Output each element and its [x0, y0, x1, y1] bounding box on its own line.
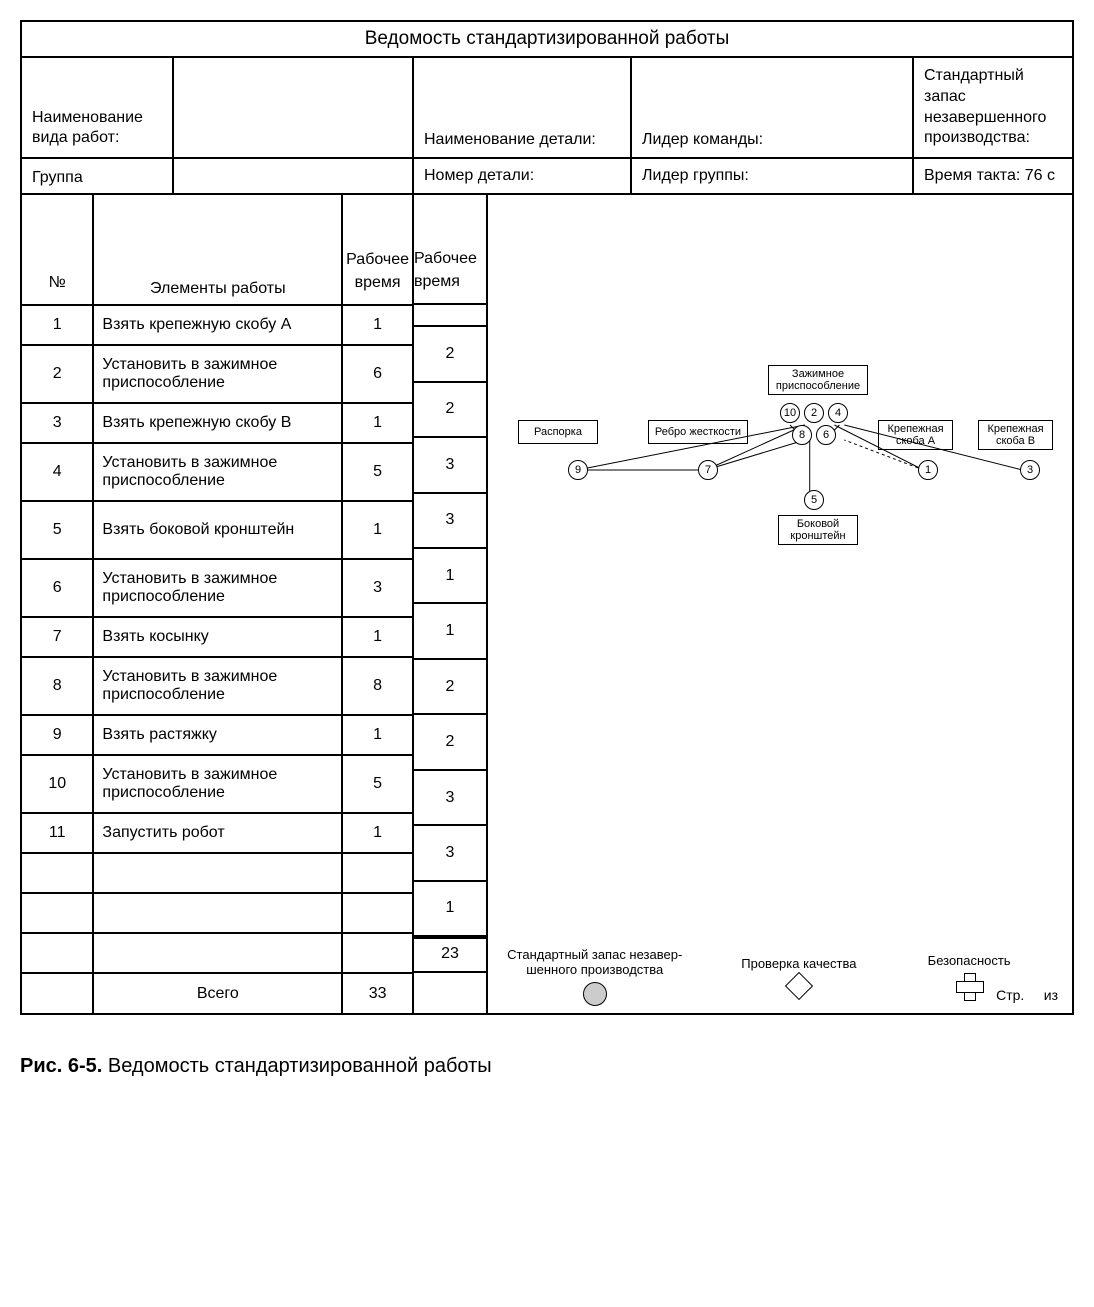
safety-symbol-icon — [956, 973, 982, 999]
group-leader-label: Лидер группы: — [632, 159, 914, 193]
row-element: Взять растяжку — [93, 715, 342, 755]
part-name-label: Наименование детали: — [414, 58, 632, 157]
table-row: 7Взять косынку1 — [22, 617, 412, 657]
mid-value: 3 — [414, 494, 486, 549]
row-element: Установить в зажимное приспособление — [93, 345, 342, 403]
group-value — [174, 159, 414, 193]
row-element: Установить в зажимное приспособление — [93, 443, 342, 501]
row-no: 3 — [22, 403, 93, 443]
row-element: Взять боковой крон­штейн — [93, 501, 342, 559]
row-time: 1 — [342, 305, 412, 345]
team-leader-label: Лидер команды: — [632, 58, 914, 157]
row-time: 1 — [342, 501, 412, 559]
row-element: Запустить робот — [93, 813, 342, 853]
row-no: 6 — [22, 559, 93, 617]
row-no: 2 — [22, 345, 93, 403]
mid-value: 2 — [414, 383, 486, 438]
table-row-blank — [22, 853, 412, 893]
caption-text: Ведомость стандартизированной работы — [102, 1055, 491, 1077]
mid-value: 2 — [414, 715, 486, 770]
row-element: Взять крепежную скобу А — [93, 305, 342, 345]
col-elements: Элементы работы — [93, 195, 342, 305]
row-time: 1 — [342, 715, 412, 755]
wip-symbol-icon — [583, 982, 607, 1006]
quality-symbol-icon — [785, 972, 813, 1000]
row-no: 11 — [22, 813, 93, 853]
table-row: 4Установить в зажимное приспособление5 — [22, 443, 412, 501]
legend-safety-label: Безопасность — [928, 953, 1011, 969]
caption-bold: Рис. 6-5. — [20, 1055, 102, 1077]
table-row-blank — [22, 893, 412, 933]
legend-quality-label: Проверка качества — [741, 956, 856, 972]
mid-value: 1 — [414, 882, 486, 937]
page-label: Стр. из — [996, 987, 1058, 1003]
work-type-value — [174, 58, 414, 157]
work-type-label: Наименование вида работ: — [22, 58, 174, 157]
table-row: 3Взять крепежную скобу В1 — [22, 403, 412, 443]
table-row-total: Всего33 — [22, 973, 412, 1013]
row-time: 3 — [342, 559, 412, 617]
diagram-col: Зажимное приспособление Распорка Ребро ж… — [488, 195, 1072, 1013]
mid-header: Рабо­чее вре­мя — [414, 195, 486, 305]
mid-value: 3 — [414, 826, 486, 881]
table-row: 5Взять боковой крон­штейн1 — [22, 501, 412, 559]
sheet-title: Ведомость стандартизированной работы — [22, 22, 1072, 58]
row-no: 7 — [22, 617, 93, 657]
mid-time-col: Рабо­чее вре­мя2233112233123 — [414, 195, 488, 1013]
mid-value: 1 — [414, 604, 486, 659]
table-row: 2Установить в зажимное приспособление6 — [22, 345, 412, 403]
group-label: Группа — [22, 159, 174, 193]
table-row: 6Установить в зажимное приспособление3 — [22, 559, 412, 617]
row-time: 1 — [342, 617, 412, 657]
worksheet: Ведомость стандартизированной работы Наи… — [20, 20, 1074, 1015]
row-element: Установить в зажимное приспособление — [93, 559, 342, 617]
total-value: 33 — [342, 973, 412, 1013]
table-row: 8Установить в зажимное приспособление8 — [22, 657, 412, 715]
row-time: 6 — [342, 345, 412, 403]
mid-blank — [414, 973, 486, 1013]
takt-label: Время такта: 76 с — [914, 159, 1072, 193]
table-row: 1Взять крепежную скобу А1 — [22, 305, 412, 345]
mid-value: 2 — [414, 660, 486, 715]
row-no: 10 — [22, 755, 93, 813]
table-row-blank — [22, 933, 412, 973]
row-element: Установить в зажимное приспособление — [93, 657, 342, 715]
part-no-label: Номер детали: — [414, 159, 632, 193]
mid-value: 3 — [414, 438, 486, 493]
row-time: 1 — [342, 403, 412, 443]
figure-caption: Рис. 6-5. Ведомость стандартизированной … — [20, 1055, 1074, 1078]
table-row: 10Установить в зажимное приспособление5 — [22, 755, 412, 813]
legend-wip-label: Стандартный запас незавер­шенного произв… — [498, 947, 691, 978]
table-row: 11Запустить робот1 — [22, 813, 412, 853]
row-time: 8 — [342, 657, 412, 715]
legend: Стандартный запас незавер­шенного произв… — [498, 941, 1062, 1011]
mid-value: 2 — [414, 327, 486, 382]
work-table-col: № Элементы работы Рабо­чее время 1Взять … — [22, 195, 414, 1013]
header-row-1: Наименование вида работ: Наименование де… — [22, 58, 1072, 159]
row-no: 9 — [22, 715, 93, 755]
body: № Элементы работы Рабо­чее время 1Взять … — [22, 195, 1072, 1013]
row-time: 5 — [342, 443, 412, 501]
mid-blank — [414, 305, 486, 327]
row-no: 5 — [22, 501, 93, 559]
row-no: 4 — [22, 443, 93, 501]
mid-value: 23 — [414, 937, 486, 973]
row-time: 1 — [342, 813, 412, 853]
col-no: № — [22, 195, 93, 305]
total-label: Всего — [93, 973, 342, 1013]
row-no: 8 — [22, 657, 93, 715]
header-row-2: Группа Номер детали: Лидер группы: Время… — [22, 159, 1072, 195]
work-table: № Элементы работы Рабо­чее время 1Взять … — [22, 195, 412, 1013]
row-no: 1 — [22, 305, 93, 345]
row-time: 5 — [342, 755, 412, 813]
flow-diagram: Зажимное приспособление Распорка Ребро ж… — [508, 365, 1062, 625]
table-row: 9Взять растяжку1 — [22, 715, 412, 755]
mid-value: 3 — [414, 771, 486, 826]
col-time: Рабо­чее время — [342, 195, 412, 305]
std-wip-label: Стандартный запас незавершенного про­изв… — [914, 58, 1072, 157]
mid-value: 1 — [414, 549, 486, 604]
row-element: Взять косынку — [93, 617, 342, 657]
row-element: Взять крепежную скобу В — [93, 403, 342, 443]
row-element: Установить в зажимное приспособление — [93, 755, 342, 813]
